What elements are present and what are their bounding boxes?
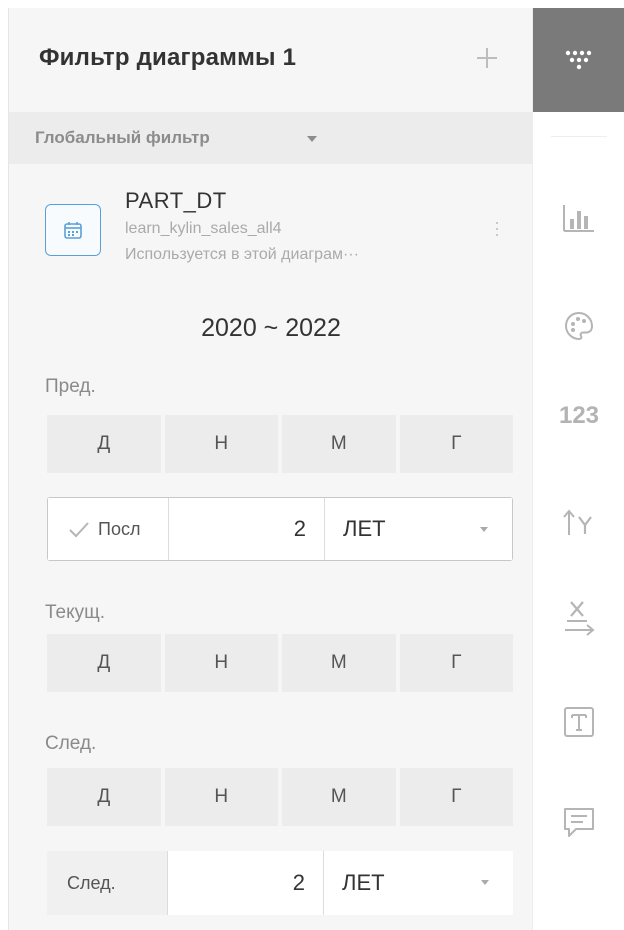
number-format-icon: 123: [558, 402, 600, 429]
next-unit-select[interactable]: ЛЕТ: [323, 851, 513, 915]
filter-field-card[interactable]: PART_DT learn_kylin_sales_all4 Используе…: [9, 164, 533, 284]
last-toggle[interactable]: Посл: [48, 498, 168, 560]
current-week-button[interactable]: Н: [164, 634, 278, 692]
filter-tab[interactable]: [533, 8, 624, 112]
rail-divider: [551, 136, 607, 137]
next-toggle[interactable]: След.: [47, 851, 167, 915]
next-period-buttons: Д Н М Г: [47, 768, 513, 826]
y-axis-tab[interactable]: [533, 492, 624, 552]
current-year-button[interactable]: Г: [399, 634, 513, 692]
next-unit-value: ЛЕТ: [342, 870, 385, 895]
plus-icon: [477, 48, 497, 68]
current-label: Текущ.: [45, 602, 106, 623]
title-tab[interactable]: [533, 692, 624, 752]
chevron-down-icon: [307, 136, 317, 142]
previous-month-button[interactable]: М: [282, 415, 396, 473]
filter-icon: [565, 50, 592, 70]
chart-filter-panel: Фильтр диаграммы 1 Глобальный фильтр PAR…: [8, 8, 533, 930]
last-unit-value: ЛЕТ: [343, 516, 386, 541]
x-axis-icon: [565, 601, 595, 636]
next-year-button[interactable]: Г: [399, 768, 513, 826]
previous-label: Пред.: [45, 376, 96, 397]
chevron-down-icon: [480, 527, 488, 532]
previous-year-button[interactable]: Г: [399, 415, 513, 473]
last-unit-select[interactable]: ЛЕТ: [324, 498, 512, 560]
y-axis-icon: [563, 509, 592, 535]
previous-period-buttons: Д Н М Г: [47, 415, 513, 473]
previous-day-button[interactable]: Д: [47, 415, 161, 473]
next-month-button[interactable]: М: [282, 768, 396, 826]
current-month-button[interactable]: М: [282, 634, 396, 692]
right-toolbar: 123: [532, 8, 624, 930]
last-n-selector: Посл 2 ЛЕТ: [47, 497, 513, 561]
next-count-input[interactable]: 2: [167, 851, 323, 915]
last-label: Посл: [98, 518, 141, 539]
annotation-tab[interactable]: [533, 792, 624, 852]
chart-type-tab[interactable]: [533, 188, 624, 248]
current-period-buttons: Д Н М Г: [47, 634, 513, 692]
current-day-button[interactable]: Д: [47, 634, 161, 692]
add-filter-button[interactable]: [471, 42, 503, 74]
last-count-input[interactable]: 2: [168, 498, 324, 560]
field-name: PART_DT: [125, 188, 227, 213]
comment-icon: [564, 808, 594, 837]
chevron-down-icon: [481, 880, 489, 885]
global-filter-label: Глобальный фильтр: [35, 128, 210, 147]
text-icon: [564, 707, 594, 737]
next-n-selector: След. 2 ЛЕТ: [47, 851, 513, 915]
field-usage: Используется в этой диаграм···: [125, 246, 359, 263]
next-selector-label: След.: [67, 872, 116, 893]
checkmark-icon: [69, 522, 89, 538]
next-label: След.: [45, 733, 97, 754]
style-tab[interactable]: [533, 296, 624, 356]
previous-week-button[interactable]: Н: [164, 415, 278, 473]
next-day-button[interactable]: Д: [47, 768, 161, 826]
calendar-icon: [45, 204, 101, 256]
bar-chart-icon: [563, 205, 594, 232]
panel-header: Фильтр диаграммы 1: [9, 8, 533, 112]
field-source: learn_kylin_sales_all4: [125, 220, 282, 237]
date-range-value: 2020 ~ 2022: [201, 314, 341, 342]
next-week-button[interactable]: Н: [164, 768, 278, 826]
more-options-icon[interactable]: [495, 222, 499, 242]
palette-icon: [564, 311, 594, 341]
panel-title: Фильтр диаграммы 1: [39, 44, 297, 71]
global-filter-dropdown[interactable]: Глобальный фильтр: [9, 112, 533, 164]
number-format-tab[interactable]: 123: [533, 386, 624, 446]
x-axis-tab[interactable]: [533, 588, 624, 648]
